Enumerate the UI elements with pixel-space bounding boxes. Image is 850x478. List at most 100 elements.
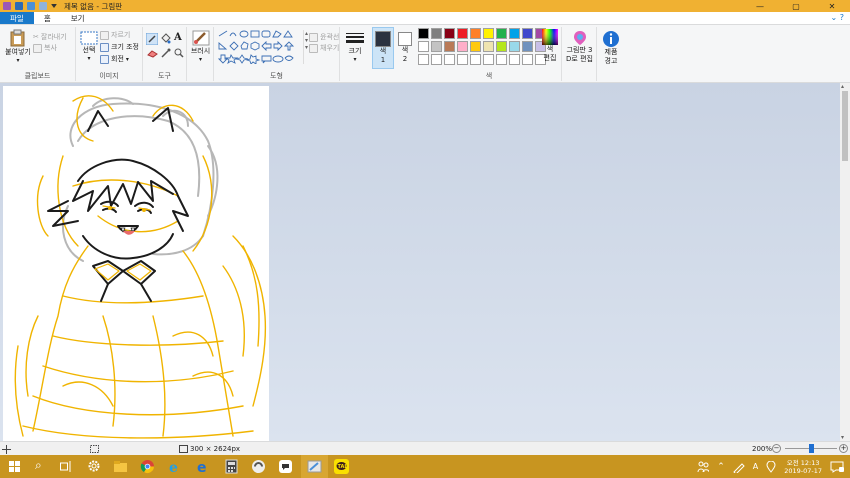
palette-swatch[interactable] xyxy=(470,54,481,65)
select-button[interactable]: 선택 ▾ xyxy=(78,31,100,62)
palette-swatch[interactable] xyxy=(483,41,494,52)
cursor-position-icon xyxy=(2,445,11,454)
palette-swatch[interactable] xyxy=(483,28,494,39)
calculator-icon[interactable] xyxy=(224,459,239,474)
minimize-button[interactable]: — xyxy=(742,0,778,12)
edit-colors-button[interactable]: 색 편집 xyxy=(539,29,561,63)
paste-button[interactable]: 붙여넣기 ▾ xyxy=(3,29,33,64)
close-button[interactable]: ✕ xyxy=(814,0,850,12)
palette-swatch[interactable] xyxy=(457,28,468,39)
kakaotalk-icon[interactable]: TALK xyxy=(334,459,349,474)
settings-gear-icon[interactable] xyxy=(87,459,101,473)
edit-with-paint3d-button[interactable]: 그림판 3 D로 편집 xyxy=(562,30,597,64)
scroll-down-icon[interactable]: ▾ xyxy=(841,434,844,441)
zoom-in-button[interactable]: + xyxy=(839,444,848,453)
status-bar: 300 × 2624px 200% − + xyxy=(0,441,850,455)
palette-swatch[interactable] xyxy=(418,41,429,52)
text-tool-icon[interactable]: A xyxy=(174,32,182,43)
palette-swatch[interactable] xyxy=(496,28,507,39)
copy-button[interactable]: 복사 xyxy=(33,43,57,53)
pen-workspace-icon[interactable] xyxy=(733,461,745,473)
fill-bucket-icon[interactable] xyxy=(160,33,171,44)
fill-button[interactable]: 채우기 xyxy=(309,43,339,53)
palette-swatch[interactable] xyxy=(483,54,494,65)
palette-swatch[interactable] xyxy=(496,41,507,52)
quick-access-toolbar xyxy=(0,2,57,10)
rotate-button[interactable]: 회전 ▾ xyxy=(100,54,129,64)
size-button[interactable]: 크기 ▾ xyxy=(344,32,366,63)
resize-icon xyxy=(100,42,109,52)
zoom-out-button[interactable]: − xyxy=(772,444,781,453)
palette-swatch[interactable] xyxy=(470,28,481,39)
zoom-level: 200% xyxy=(752,445,773,453)
palette-swatch[interactable] xyxy=(509,54,520,65)
color-picker-icon[interactable] xyxy=(161,48,171,58)
palette-swatch[interactable] xyxy=(444,28,455,39)
palette-swatch[interactable] xyxy=(457,54,468,65)
notification-center-icon[interactable] xyxy=(830,461,844,473)
zoom-slider-thumb[interactable] xyxy=(809,444,814,453)
eraser-icon[interactable] xyxy=(147,49,158,58)
taskbar: ⌕ e e TALK ⌃ A 오전 12:13 2019-07-17 xyxy=(0,455,850,478)
paint-taskbar-icon[interactable] xyxy=(307,459,322,474)
resize-button[interactable]: 크기 조정 xyxy=(100,42,139,52)
palette-swatch[interactable] xyxy=(509,28,520,39)
internet-explorer-icon[interactable]: e xyxy=(168,459,183,474)
cut-button[interactable]: ✂ 잘라내기 xyxy=(33,32,67,42)
palette-swatch[interactable] xyxy=(522,41,533,52)
palette-swatch[interactable] xyxy=(457,41,468,52)
ime-indicator[interactable]: A xyxy=(753,462,758,471)
palette-swatch[interactable] xyxy=(522,28,533,39)
palette-swatch[interactable] xyxy=(418,28,429,39)
crop-button[interactable]: 자르기 xyxy=(100,30,130,40)
customize-toolbar-icon[interactable] xyxy=(51,4,57,8)
edge-icon[interactable]: e xyxy=(196,459,211,474)
search-icon[interactable]: ⌕ xyxy=(35,458,42,473)
palette-swatch[interactable] xyxy=(431,54,442,65)
scroll-thumb[interactable] xyxy=(842,91,848,161)
drawing-canvas[interactable] xyxy=(3,86,269,441)
save-icon[interactable] xyxy=(15,2,23,10)
tab-file[interactable]: 파일 xyxy=(0,12,34,24)
palette-swatch[interactable] xyxy=(470,41,481,52)
help-icon[interactable]: ⌄ ? xyxy=(831,13,845,22)
palette-swatch[interactable] xyxy=(496,54,507,65)
vertical-scrollbar[interactable]: ▴ ▾ xyxy=(840,83,850,441)
app-swirl-icon[interactable] xyxy=(251,459,266,474)
maximize-button[interactable]: ▢ xyxy=(778,0,814,12)
windows-start-icon[interactable] xyxy=(9,461,20,472)
clock[interactable]: 오전 12:13 2019-07-17 xyxy=(784,459,822,475)
location-icon[interactable] xyxy=(766,460,776,473)
pencil-icon[interactable] xyxy=(146,33,158,45)
shapes-gallery[interactable] xyxy=(218,30,302,64)
palette-swatch[interactable] xyxy=(431,28,442,39)
chat-app-icon[interactable] xyxy=(278,459,293,474)
scroll-up-icon[interactable]: ▴ xyxy=(841,83,844,90)
tab-home[interactable]: 홈 xyxy=(34,12,61,24)
color2-button[interactable]: 색 2 xyxy=(395,27,415,69)
outline-button[interactable]: 윤곽선 xyxy=(309,32,339,42)
brushes-button[interactable]: 브러시 ▾ xyxy=(188,30,213,63)
tray-expand-icon[interactable]: ⌃ xyxy=(717,462,725,472)
people-icon[interactable] xyxy=(697,461,710,473)
palette-swatch[interactable] xyxy=(444,41,455,52)
palette-swatch[interactable] xyxy=(431,41,442,52)
palette-swatch[interactable] xyxy=(509,41,520,52)
workspace xyxy=(0,83,840,441)
magnifier-icon[interactable] xyxy=(174,48,184,58)
file-explorer-icon[interactable] xyxy=(113,459,128,474)
palette-swatch[interactable] xyxy=(522,54,533,65)
color1-button[interactable]: 색 1 xyxy=(372,27,394,69)
undo-icon[interactable] xyxy=(27,2,35,10)
edit-colors-group: 색 편집 xyxy=(538,27,562,81)
brushes-group: 브러시 ▾ xyxy=(187,27,214,81)
palette-swatch[interactable] xyxy=(444,54,455,65)
redo-icon[interactable] xyxy=(39,2,47,10)
product-alert-button[interactable]: 제품 경고 xyxy=(597,30,625,66)
task-view-icon[interactable] xyxy=(60,461,72,472)
product-alert-group: 제품 경고 xyxy=(597,27,625,81)
tab-view[interactable]: 보기 xyxy=(61,12,95,24)
canvas-size-icon xyxy=(179,445,188,453)
chrome-icon[interactable] xyxy=(140,459,155,474)
palette-swatch[interactable] xyxy=(418,54,429,65)
